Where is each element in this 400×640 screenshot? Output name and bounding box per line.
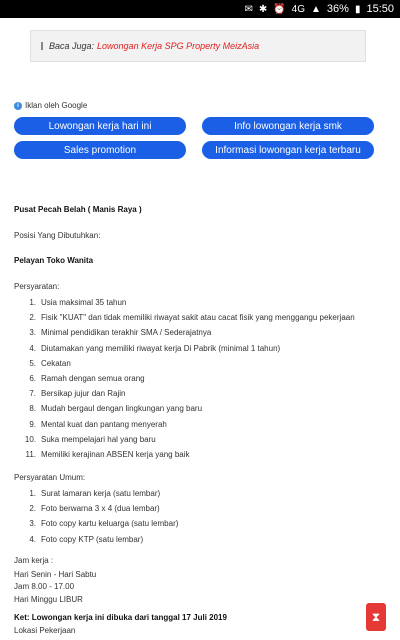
list-item: 3. Minimal pendidikan terakhir SMA / Sede… bbox=[29, 328, 212, 338]
battery-icon: ▮ bbox=[354, 3, 361, 15]
posisi-label: Posisi Yang Dibutuhkan: bbox=[14, 231, 101, 240]
persyaratan-list: 1. Usia maksimal 35 tahun 2. Fisik "KUAT" … bbox=[14, 298, 394, 465]
jam-kerja-hari: Hari Senin - Hari Sabtu bbox=[14, 570, 97, 579]
alarm-icon: ⏰ bbox=[273, 3, 286, 15]
list-item: 4. Foto copy KTP (satu lembar) bbox=[29, 534, 144, 544]
ads-label[interactable]: i Iklan oleh Google bbox=[14, 101, 87, 110]
signal-type: 4G bbox=[291, 3, 306, 15]
info-icon[interactable]: i bbox=[14, 101, 22, 110]
lokasi-label: Lokasi Pekerjaan bbox=[14, 626, 76, 635]
ad-button-informasi-lowongan-terbaru[interactable]: Informasi lowongan kerja terbaru bbox=[202, 141, 374, 159]
quote-bar-icon bbox=[41, 42, 43, 50]
jam-kerja-waktu: Jam 8.00 - 17.00 bbox=[14, 582, 75, 591]
baca-juga-label: Baca Juga: bbox=[49, 41, 95, 51]
bluetooth-icon: ✱ bbox=[258, 3, 268, 15]
company-name: Pusat Pecah Belah ( Manis Raya ) bbox=[14, 205, 142, 214]
ad-button-sales-promotion[interactable]: Sales promotion bbox=[14, 141, 186, 159]
ad-button-info-lowongan-smk[interactable]: Info lowongan kerja smk bbox=[202, 117, 374, 135]
floating-action-button[interactable]: ⧗ bbox=[366, 603, 386, 631]
list-item: 10. Suka mempelajari hal yang baru bbox=[24, 434, 156, 444]
hourglass-icon: ⧗ bbox=[371, 609, 381, 624]
list-item: 7. Bersikap jujur dan Rajin bbox=[29, 389, 126, 399]
baca-juga-link[interactable]: Lowongan Kerja SPG Property MeizAsia bbox=[97, 41, 259, 51]
notification-icon: ✉ bbox=[244, 3, 253, 15]
keterangan: Ket: Lowongan kerja ini dibuka dari tang… bbox=[14, 613, 227, 622]
jam-kerja-label: Jam kerja : bbox=[14, 556, 54, 565]
persyaratan-umum-label: Persyaratan Umum: bbox=[14, 473, 86, 482]
list-item: 9. Mental kuat dan pantang menyerah bbox=[29, 419, 167, 429]
list-item: 4. Diutamakan yang memiliki riwayat kerja… bbox=[29, 343, 281, 353]
ads-label-text: Iklan oleh Google bbox=[25, 101, 88, 110]
page-content: Baca Juga: Lowongan Kerja SPG Property M… bbox=[0, 18, 400, 640]
battery-level: 36% bbox=[326, 3, 349, 15]
list-item: 5. Cekatan bbox=[29, 358, 71, 368]
persyaratan-label: Persyaratan: bbox=[14, 282, 60, 291]
list-item: 1. Usia maksimal 35 tahun bbox=[29, 298, 127, 307]
list-item: 3. Foto copy kartu keluarga (satu lembar) bbox=[29, 519, 179, 529]
list-item: 8. Mudah bergaul dengan lingkungan yang b… bbox=[29, 404, 203, 414]
list-item: 2. Fisik "KUAT" dan tidak memiliki riwaya… bbox=[29, 313, 355, 323]
status-bar: ✉ ✱ ⏰ 4G ▲ 36% ▮ 15:50 bbox=[0, 0, 400, 18]
posisi-value: Pelayan Toko Wanita bbox=[14, 256, 94, 265]
list-item: 1. Surat lamaran kerja (satu lembar) bbox=[29, 489, 161, 498]
baca-juga-box: Baca Juga: Lowongan Kerja SPG Property M… bbox=[30, 30, 366, 62]
signal-icon: ▲ bbox=[311, 3, 321, 15]
persyaratan-umum-list: 1. Surat lamaran kerja (satu lembar) 2. Fo… bbox=[14, 489, 394, 550]
list-item: 2. Foto berwarna 3 x 4 (dua lembar) bbox=[29, 504, 160, 514]
list-item: 11. Memiliki kerajinan ABSEN kerja yang b… bbox=[25, 449, 190, 459]
list-item: 6. Ramah dengan semua orang bbox=[29, 373, 145, 383]
clock: 15:50 bbox=[366, 3, 394, 15]
jam-kerja-libur: Hari Minggu LIBUR bbox=[14, 595, 83, 604]
ad-button-lowongan-hari-ini[interactable]: Lowongan kerja hari ini bbox=[14, 117, 186, 135]
